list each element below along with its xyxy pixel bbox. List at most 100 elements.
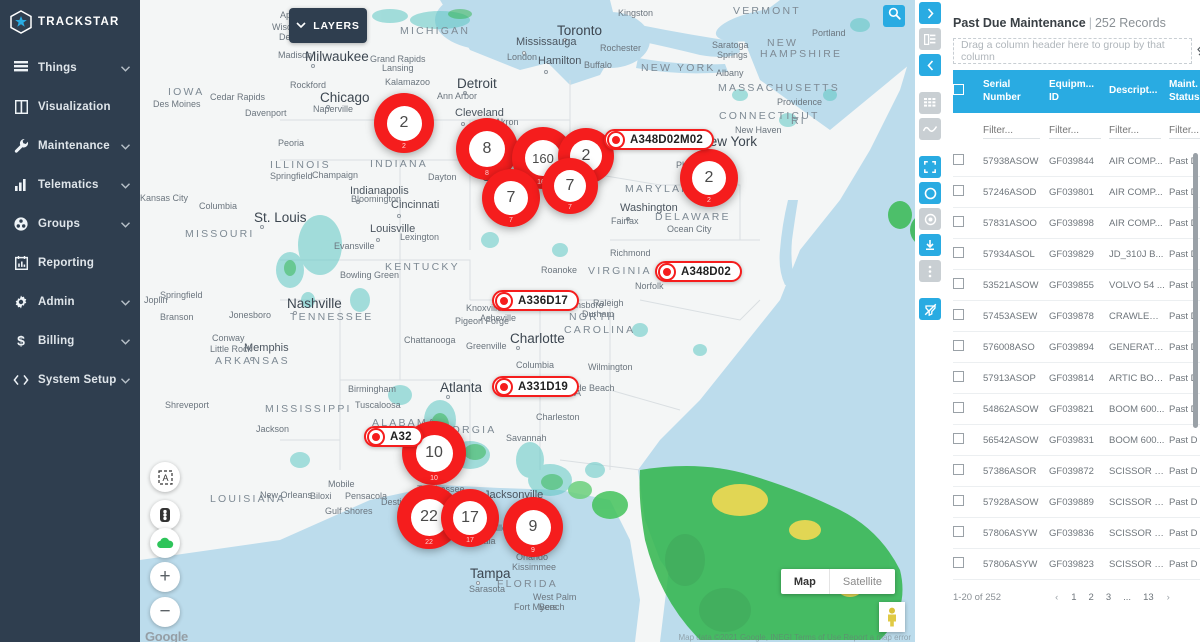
map-cluster[interactable]: 22 (374, 93, 434, 153)
row-select-cell[interactable] (953, 332, 983, 363)
sidebar-item-maintenance[interactable]: Maintenance (0, 126, 140, 165)
table-row[interactable]: 57453ASEW GF039878 CRAWLER ... Past D (953, 301, 1200, 332)
map-type-map[interactable]: Map (781, 569, 829, 594)
row-checkbox[interactable] (953, 247, 964, 258)
page-13[interactable]: 13 (1138, 590, 1159, 605)
map-asset-label[interactable]: A331D19 (492, 376, 579, 397)
table-row[interactable]: 53521ASOW GF039855 VOLVO 54 ... Past D (953, 270, 1200, 301)
row-checkbox[interactable] (953, 340, 964, 351)
sidebar-item-things[interactable]: Things (0, 48, 140, 87)
row-checkbox[interactable] (953, 154, 964, 165)
circle-select-icon[interactable] (919, 182, 941, 204)
filter-equip-input[interactable] (1049, 125, 1101, 139)
sidebar-item-groups[interactable]: Groups (0, 204, 140, 243)
filter-desc-input[interactable] (1109, 125, 1161, 139)
layers-button[interactable]: LAYERS (289, 8, 367, 43)
row-select-cell[interactable] (953, 146, 983, 177)
clear-selection-icon[interactable] (919, 298, 941, 320)
map-type-satellite[interactable]: Satellite (828, 569, 895, 594)
pagination-prev[interactable]: ‹ (1049, 590, 1064, 605)
sidebar-item-telematics[interactable]: Telematics (0, 165, 140, 204)
row-select-cell[interactable] (953, 487, 983, 518)
table-row[interactable]: 54862ASOW GF039821 BOOM 600... Past D (953, 394, 1200, 425)
sidebar-item-system-setup[interactable]: System Setup (0, 360, 140, 399)
row-select-cell[interactable] (953, 270, 983, 301)
filter-serial-cell[interactable] (983, 113, 1049, 146)
select-all-checkbox[interactable] (953, 83, 964, 95)
map-asset-label[interactable]: A336D17 (492, 290, 579, 311)
filter-status-input[interactable] (1169, 125, 1200, 139)
page-3[interactable]: 3 (1101, 590, 1116, 605)
filter-serial-input[interactable] (983, 125, 1041, 139)
row-select-cell[interactable] (953, 456, 983, 487)
table-row[interactable]: 56542ASOW GF039831 BOOM 600... Past D (953, 425, 1200, 456)
filter-status-cell[interactable] (1169, 113, 1200, 146)
table-row[interactable]: 57938ASOW GF039844 AIR COMP... Past D (953, 146, 1200, 177)
row-select-cell[interactable] (953, 239, 983, 270)
row-checkbox[interactable] (953, 309, 964, 320)
sidebar-item-admin[interactable]: Admin (0, 282, 140, 321)
map-search-button[interactable] (883, 5, 905, 27)
table-row[interactable]: 57928ASOW GF039889 SCISSOR LI... Past D (953, 487, 1200, 518)
sidebar-item-reporting[interactable]: Reporting (0, 243, 140, 282)
table-view-icon[interactable] (919, 92, 941, 114)
row-checkbox[interactable] (953, 433, 964, 444)
row-select-cell[interactable] (953, 301, 983, 332)
table-row[interactable]: 57806ASYW GF039823 SCISSOR LI... Past D (953, 549, 1200, 580)
table-scroll-area[interactable]: 57938ASOW GF039844 AIR COMP... Past D 57246A… (953, 113, 1200, 580)
select-all-cell[interactable] (953, 70, 983, 113)
table-row[interactable]: 57806ASYW GF039836 SCISSOR LI... Past D (953, 518, 1200, 549)
map-cluster[interactable]: 77 (482, 169, 540, 227)
filter-equip-cell[interactable] (1049, 113, 1109, 146)
layout-columns-icon[interactable] (919, 28, 941, 50)
page-1[interactable]: 1 (1066, 590, 1081, 605)
sidebar-item-visualization[interactable]: Visualization (0, 87, 140, 126)
row-select-cell[interactable] (953, 549, 983, 580)
table-scrollbar[interactable] (1193, 153, 1198, 428)
table-row[interactable]: 57934ASOL GF039829 JD_310J B... Past D (953, 239, 1200, 270)
map-cluster[interactable]: 99 (503, 497, 563, 557)
draw-select-icon[interactable]: A (150, 462, 180, 492)
row-checkbox[interactable] (953, 526, 964, 537)
map-cluster[interactable]: 17 17 (441, 489, 499, 547)
more-options-icon[interactable] (919, 260, 941, 282)
row-checkbox[interactable] (953, 216, 964, 227)
row-checkbox[interactable] (953, 464, 964, 475)
row-select-cell[interactable] (953, 177, 983, 208)
table-row[interactable]: 57386ASOR GF039872 SCISSOR LI... Past D (953, 456, 1200, 487)
map-type-toggle[interactable]: Map Satellite (780, 569, 895, 594)
table-row[interactable]: 57246ASOD GF039801 AIR COMP... Past D (953, 177, 1200, 208)
map-asset-label[interactable]: A348D02 (655, 261, 742, 282)
row-checkbox[interactable] (953, 495, 964, 506)
map-asset-label[interactable]: A32 (364, 426, 423, 447)
row-select-cell[interactable] (953, 394, 983, 425)
row-select-cell[interactable] (953, 208, 983, 239)
table-row[interactable]: 576008ASO GF039894 GENERATO... Past D (953, 332, 1200, 363)
pegman-streetview-icon[interactable] (879, 602, 905, 632)
table-row[interactable]: 57831ASOO GF039898 AIR COMP... Past D (953, 208, 1200, 239)
map-asset-label[interactable]: A348D02M02 (604, 129, 714, 150)
row-select-cell[interactable] (953, 425, 983, 456)
brand-logo[interactable]: TRACKSTAR (0, 0, 140, 48)
collapse-panel-icon[interactable] (919, 54, 941, 76)
traffic-icon[interactable] (150, 500, 180, 530)
col-serial-number[interactable]: Serial Number (983, 70, 1049, 113)
download-icon[interactable] (919, 234, 941, 256)
filter-desc-cell[interactable] (1109, 113, 1169, 146)
col-equipment-id[interactable]: Equipm... ID (1049, 70, 1109, 113)
row-checkbox[interactable] (953, 185, 964, 196)
map-cluster[interactable]: 77 (542, 158, 598, 214)
row-checkbox[interactable] (953, 278, 964, 289)
target-icon[interactable] (919, 208, 941, 230)
sidebar-item-billing[interactable]: $ Billing (0, 321, 140, 360)
col-description[interactable]: Descript... (1109, 70, 1169, 113)
fullscreen-icon[interactable] (919, 156, 941, 178)
row-select-cell[interactable] (953, 518, 983, 549)
group-by-dropzone[interactable]: Drag a column header here to group by th… (953, 38, 1200, 64)
zoom-in-button[interactable]: + (150, 562, 180, 592)
row-checkbox[interactable] (953, 371, 964, 382)
row-checkbox[interactable] (953, 402, 964, 413)
expand-panel-icon[interactable] (919, 2, 941, 24)
map-container[interactable]: MICHIGAN IOWA ILLINOIS INDIANA MISSOURI KENTU… (140, 0, 915, 642)
weather-icon[interactable] (150, 528, 180, 558)
